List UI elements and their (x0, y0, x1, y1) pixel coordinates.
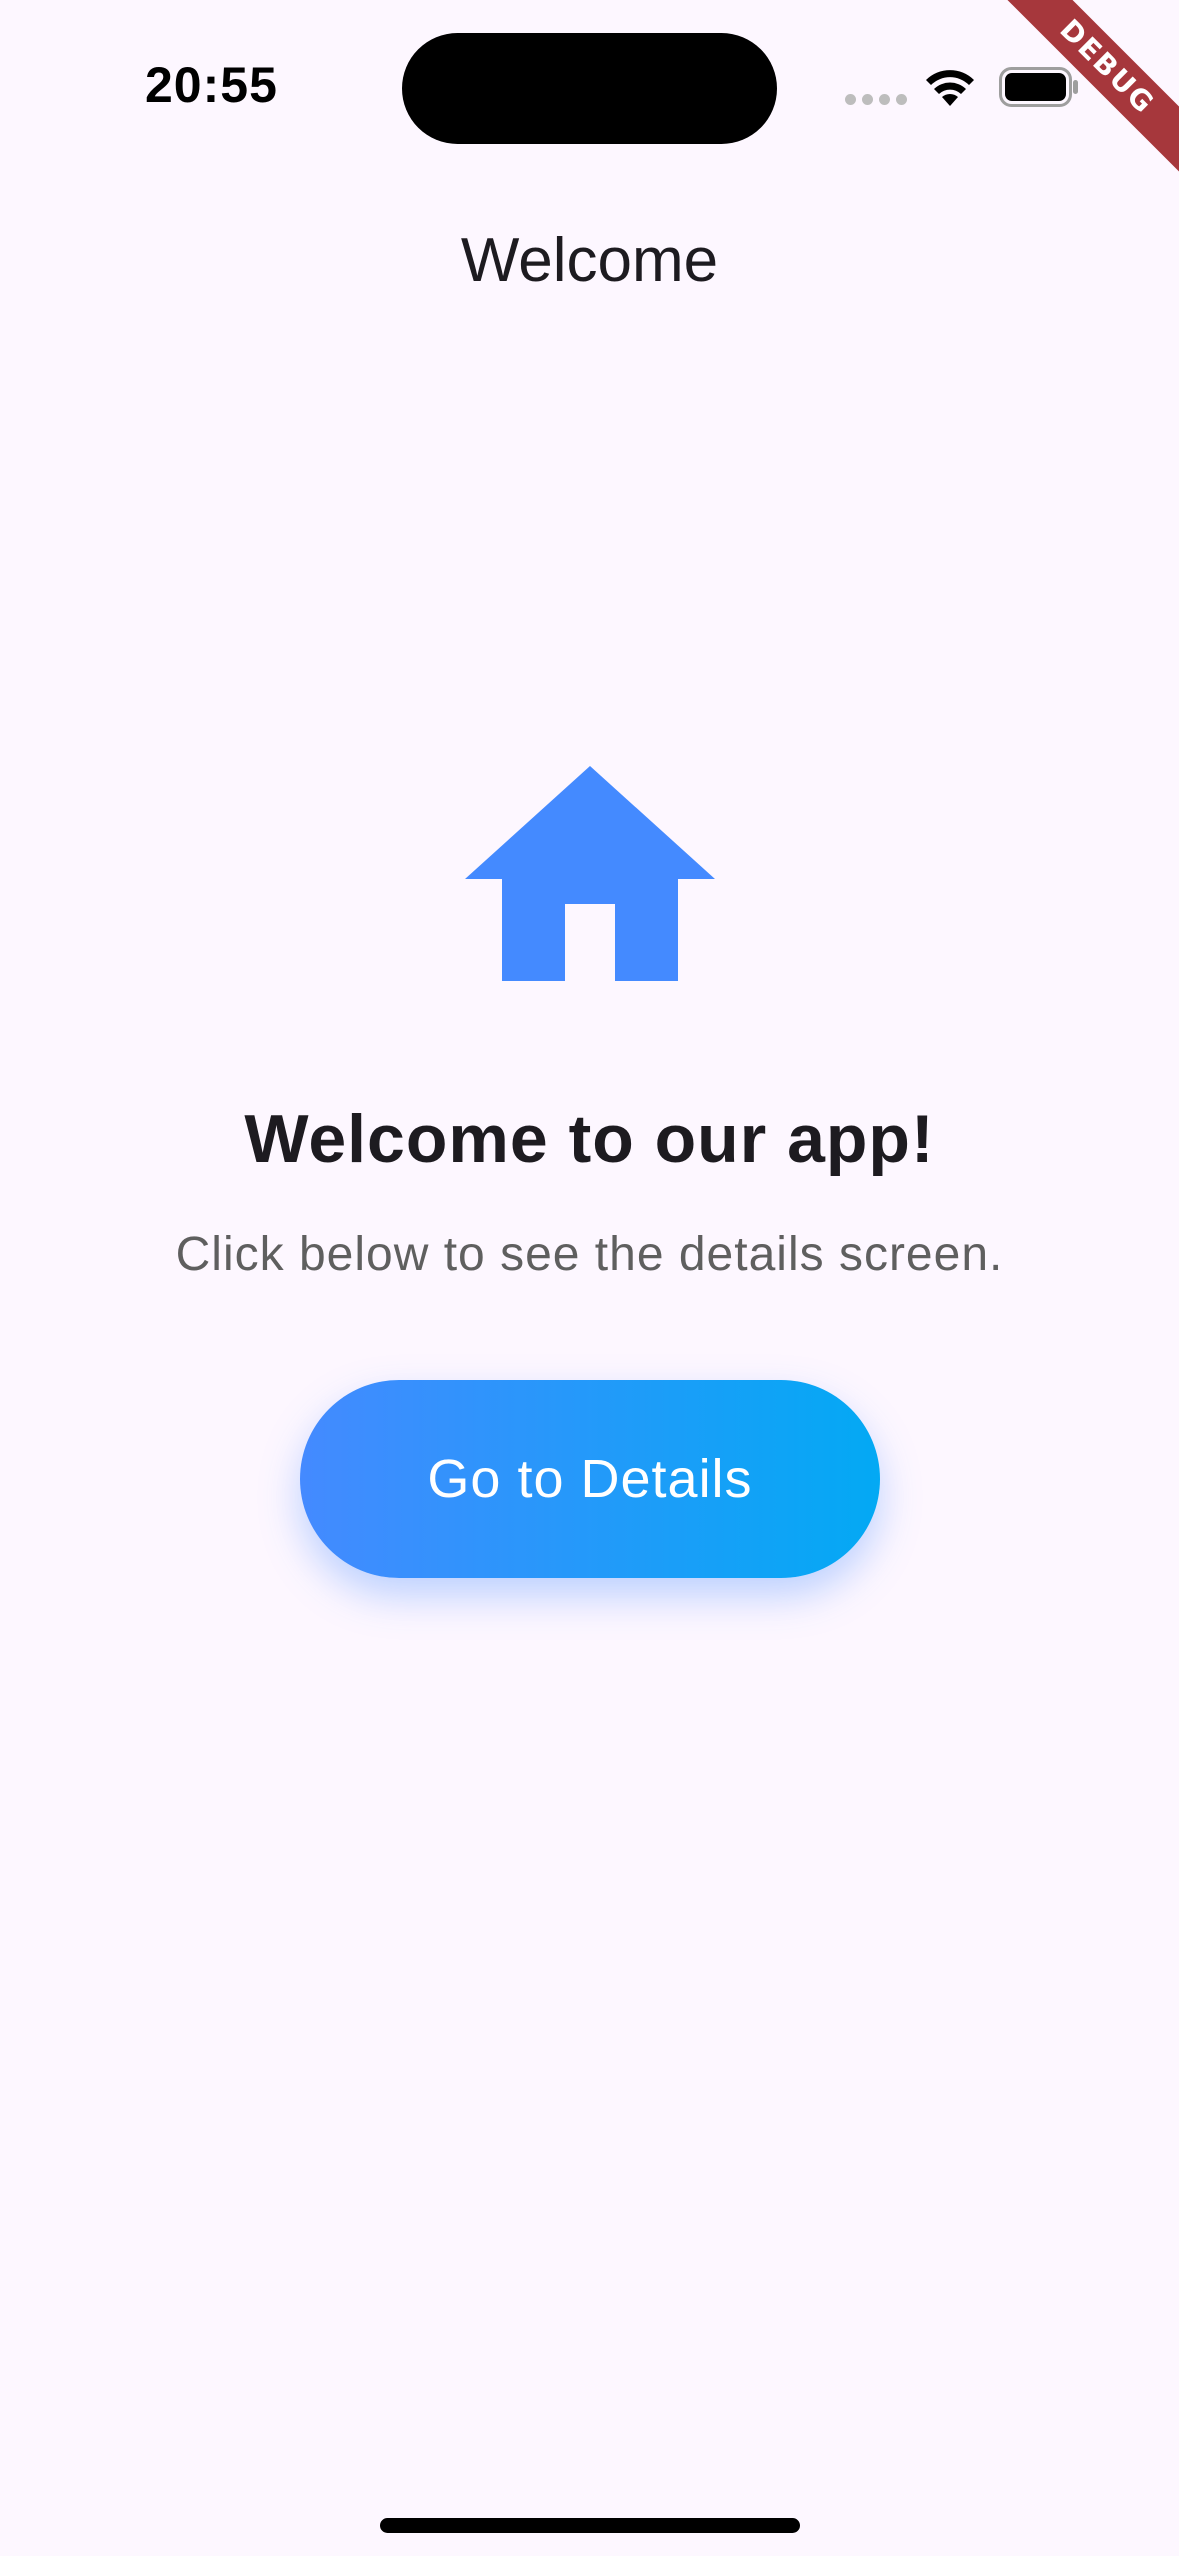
home-icon (465, 766, 715, 981)
status-time: 20:55 (145, 57, 278, 113)
welcome-subtitle: Click below to see the details screen. (175, 1228, 1004, 1281)
debug-banner-label: DEBUG (984, 0, 1179, 190)
app-bar-title: Welcome (460, 226, 719, 295)
cellular-signal-icon (845, 94, 907, 106)
dynamic-island (402, 33, 777, 144)
welcome-headline: Welcome to our app! (244, 1101, 935, 1177)
home-indicator[interactable] (380, 2518, 800, 2533)
go-to-details-button[interactable]: Go to Details (300, 1380, 880, 1578)
wifi-icon (926, 70, 974, 106)
debug-banner: DEBUG (979, 0, 1179, 200)
